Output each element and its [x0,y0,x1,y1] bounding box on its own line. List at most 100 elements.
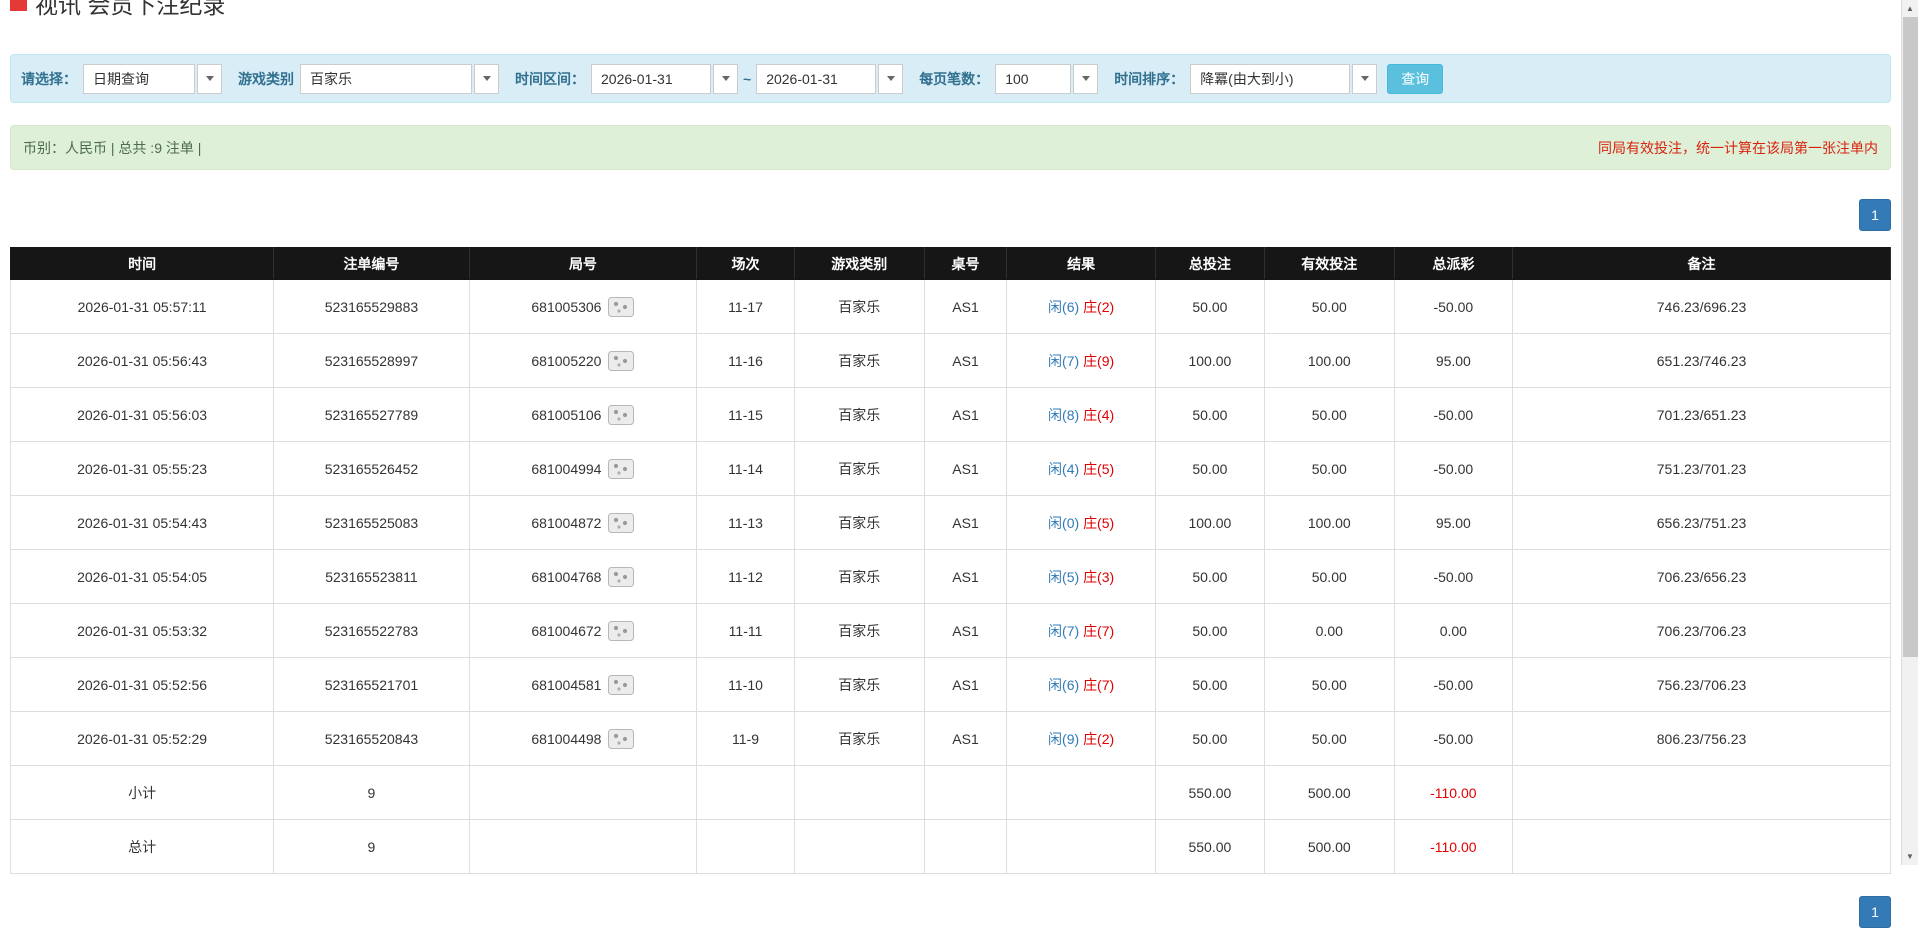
pagination-bottom: 1 [10,896,1891,928]
round-number: 681004672 [531,622,602,639]
time-sort-dropdown[interactable]: 降冪(由大到小) [1190,63,1378,94]
cell-round: 681004872 [468,495,698,550]
chevron-down-icon[interactable] [878,63,904,94]
footer-valid-bet: 500.00 [1263,819,1395,874]
cell-total-bet: 50.00 [1154,603,1265,658]
cell-valid-bet: 50.00 [1263,711,1395,766]
select-type-value: 日期查询 [83,63,195,94]
cell-result: 闲(5) 庄(3) [1006,549,1156,604]
chevron-down-icon [721,76,730,81]
select-type-dropdown[interactable]: 日期查询 [83,63,222,94]
select-type-label: 请选择： [21,70,77,87]
cell-note: 701.23/651.23 [1512,387,1891,442]
table-row: 2026-01-31 05:57:11 523165529883 681005306… [9,279,1891,334]
game-type-value: 百家乐 [300,63,472,94]
chevron-down-icon[interactable] [713,63,738,94]
replay-icon[interactable] [608,296,635,317]
cell-result: 闲(9) 庄(2) [1006,711,1156,766]
chevron-down-icon[interactable] [197,63,222,94]
cell-payout: 95.00 [1393,333,1514,388]
cell-bet-id: 523165522783 [273,603,470,658]
scroll-up-icon[interactable]: ▲ [1902,0,1918,17]
chevron-down-icon[interactable] [1352,63,1378,94]
page-header: 视讯 会员下注纪录 [10,0,1891,18]
cell-table: AS1 [923,279,1008,334]
cell-total-bet: 50.00 [1154,279,1265,334]
time-range-label: 时间区间： [515,70,585,87]
banker-result: 庄(5) [1083,514,1115,531]
cell-payout: -50.00 [1393,657,1514,712]
summary-bar: 币别：人民币 | 总共 :9 注单 | 同局有效投注，统一计算在该局第一张注单内 [10,125,1891,170]
time-sort-label: 时间排序： [1114,70,1185,87]
cell-game: 百家乐 [793,387,925,442]
chevron-down-icon[interactable] [1073,63,1099,94]
chevron-down-icon[interactable] [474,63,499,94]
range-separator: ~ [743,70,752,87]
footer-total-bet: 550.00 [1154,765,1265,820]
cell-game: 百家乐 [793,711,925,766]
cell-bet-id: 523165529883 [273,279,470,334]
cell-note: 706.23/656.23 [1512,549,1891,604]
cell-note: 751.23/701.23 [1512,441,1891,496]
cell-table: AS1 [923,495,1008,550]
cell-time: 2026-01-31 05:54:43 [9,495,275,550]
cell-valid-bet: 50.00 [1263,549,1395,604]
per-page-dropdown[interactable]: 100 [995,63,1099,94]
replay-icon[interactable] [608,350,635,371]
cell-table: AS1 [923,387,1008,442]
vertical-scrollbar[interactable]: ▲ ▼ [1901,0,1918,865]
time-sort-value: 降冪(由大到小) [1190,63,1351,94]
cell-table: AS1 [923,657,1008,712]
cell-time: 2026-01-31 05:56:03 [9,387,275,442]
player-result: 闲(5) [1048,568,1080,585]
cell-result: 闲(6) 庄(2) [1006,279,1156,334]
cell-bet-id: 523165526452 [273,441,470,496]
records-table: 时间 注单编号 局号 场次 游戏类别 桌号 结果 总投注 有效投注 总派彩 备注 2026-01-3… [9,247,1891,874]
cell-valid-bet: 50.00 [1263,441,1395,496]
chevron-down-icon [1360,76,1369,81]
cell-session: 11-13 [696,495,795,550]
replay-icon[interactable] [608,512,635,533]
cell-valid-bet: 0.00 [1263,603,1395,658]
column-header: 总投注 [1154,247,1265,280]
table-row: 2026-01-31 05:56:03 523165527789 681005106… [9,387,1891,442]
scroll-down-icon[interactable]: ▼ [1902,848,1918,865]
cell-bet-id: 523165528997 [273,333,470,388]
cell-session: 11-9 [696,711,795,766]
replay-icon[interactable] [608,458,635,479]
replay-icon[interactable] [608,566,635,587]
brand-square-icon [10,0,27,11]
cell-bet-id: 523165523811 [273,549,470,604]
footer-count: 9 [273,819,470,874]
cell-valid-bet: 50.00 [1263,657,1395,712]
cell-note: 806.23/756.23 [1512,711,1891,766]
replay-icon[interactable] [608,404,635,425]
table-row: 2026-01-31 05:52:56 523165521701 681004581… [9,657,1891,712]
cell-time: 2026-01-31 05:52:29 [9,711,275,766]
query-button[interactable]: 查询 [1387,63,1444,94]
replay-icon[interactable] [608,728,635,749]
game-type-dropdown[interactable]: 百家乐 [300,63,499,94]
replay-icon[interactable] [608,674,635,695]
cell-game: 百家乐 [793,441,925,496]
banker-result: 庄(3) [1083,568,1115,585]
cell-total-bet: 50.00 [1154,549,1265,604]
page-1-button[interactable]: 1 [1859,199,1891,231]
game-type-label: 游戏类别 [238,70,294,87]
scrollbar-thumb[interactable] [1903,17,1918,657]
cell-table: AS1 [923,603,1008,658]
table-header-row: 时间 注单编号 局号 场次 游戏类别 桌号 结果 总投注 有效投注 总派彩 备注 [9,247,1891,280]
round-number: 681004768 [531,568,602,585]
replay-icon[interactable] [608,620,635,641]
cell-payout: 0.00 [1393,603,1514,658]
date-to-dropdown[interactable]: 2026-01-31 [756,63,904,94]
cell-game: 百家乐 [793,333,925,388]
banker-result: 庄(7) [1083,676,1115,693]
date-from-dropdown[interactable]: 2026-01-31 [591,63,738,94]
player-result: 闲(4) [1048,460,1080,477]
table-row: 2026-01-31 05:55:23 523165526452 681004994… [9,441,1891,496]
footer-label: 小计 [9,765,275,820]
page-1-button-bottom[interactable]: 1 [1859,896,1891,928]
cell-round: 681005220 [468,333,698,388]
cell-game: 百家乐 [793,549,925,604]
